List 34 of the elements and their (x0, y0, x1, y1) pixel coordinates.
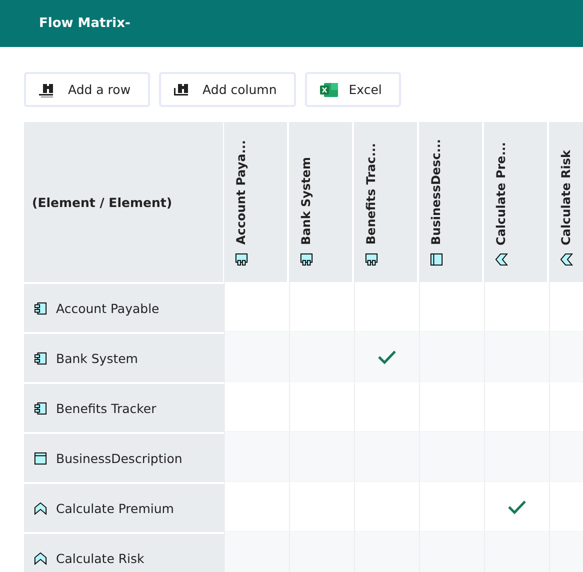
chevron-icon (34, 502, 47, 514)
component-icon (34, 302, 47, 314)
corner-header: (Element / Element) (24, 122, 224, 282)
add-row-button[interactable]: Add a row (24, 72, 150, 107)
spreadsheet-icon (318, 82, 339, 98)
row-header[interactable]: Calculate Premium (24, 482, 224, 532)
chevron-icon (560, 253, 572, 266)
matrix-cell[interactable] (484, 482, 549, 532)
column-header[interactable]: Account Paya... (224, 122, 289, 282)
row-header[interactable]: Account Payable (24, 282, 224, 332)
component-icon (234, 253, 248, 266)
matrix-cell[interactable] (354, 332, 419, 382)
column-header[interactable]: BusinessDesc... (419, 122, 484, 282)
component-icon (34, 352, 47, 364)
check-icon (377, 348, 397, 364)
excel-button[interactable]: Excel (304, 72, 401, 107)
panel-icon (430, 253, 442, 266)
panel-icon (34, 452, 47, 464)
component-icon (300, 253, 312, 266)
check-icon (507, 498, 527, 514)
add-column-button[interactable]: Add column (158, 72, 296, 107)
column-header[interactable]: Bank System (289, 122, 354, 282)
column-header[interactable]: Benefits Trac... (354, 122, 419, 282)
row-header[interactable]: Calculate Risk (24, 532, 224, 572)
row-header[interactable]: Benefits Tracker (24, 382, 224, 432)
component-icon (34, 402, 47, 414)
row-header[interactable]: BusinessDescription (24, 432, 224, 482)
column-header[interactable]: Calculate Pre... (484, 122, 549, 282)
chevron-icon (34, 552, 47, 564)
component-icon (364, 253, 378, 266)
row-header[interactable]: Bank System (24, 332, 224, 382)
chevron-icon (494, 253, 508, 266)
column-header[interactable]: Calculate Risk (549, 122, 583, 282)
page-title: Flow Matrix- (39, 16, 130, 31)
